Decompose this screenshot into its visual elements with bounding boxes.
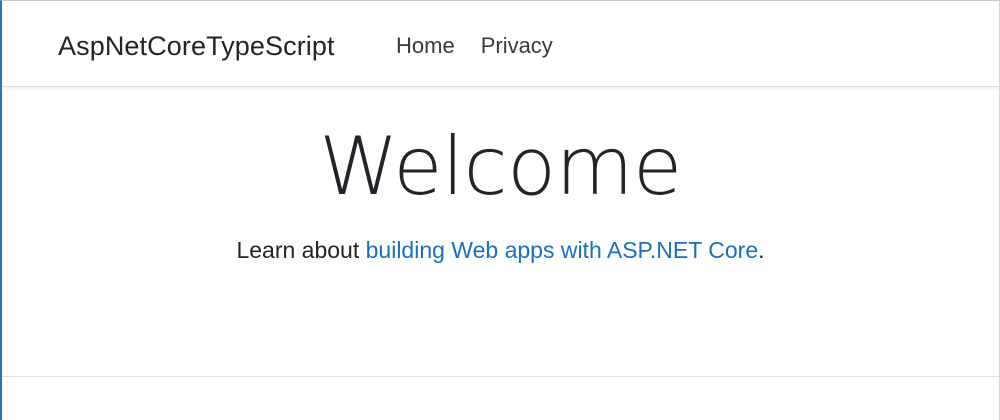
nav-menu: Home Privacy bbox=[396, 33, 553, 59]
top-navbar: AspNetCoreTypeScript Home Privacy bbox=[2, 1, 999, 87]
nav-link-privacy[interactable]: Privacy bbox=[481, 33, 553, 58]
nav-item-privacy: Privacy bbox=[481, 33, 553, 59]
page-title: Welcome bbox=[319, 120, 682, 213]
nav-link-home[interactable]: Home bbox=[396, 33, 455, 58]
lead-paragraph: Learn about building Web apps with ASP.N… bbox=[2, 237, 999, 264]
nav-item-home: Home bbox=[396, 33, 455, 59]
footer-divider bbox=[2, 376, 999, 377]
lead-text-prefix: Learn about bbox=[236, 237, 366, 263]
brand-link[interactable]: AspNetCoreTypeScript bbox=[58, 31, 335, 62]
main-content: Welcome Learn about building Web apps wi… bbox=[2, 87, 999, 264]
aspnet-docs-link[interactable]: building Web apps with ASP.NET Core bbox=[366, 237, 759, 263]
browser-page: AspNetCoreTypeScript Home Privacy Welcom… bbox=[0, 0, 1000, 420]
lead-text-suffix: . bbox=[758, 237, 765, 263]
